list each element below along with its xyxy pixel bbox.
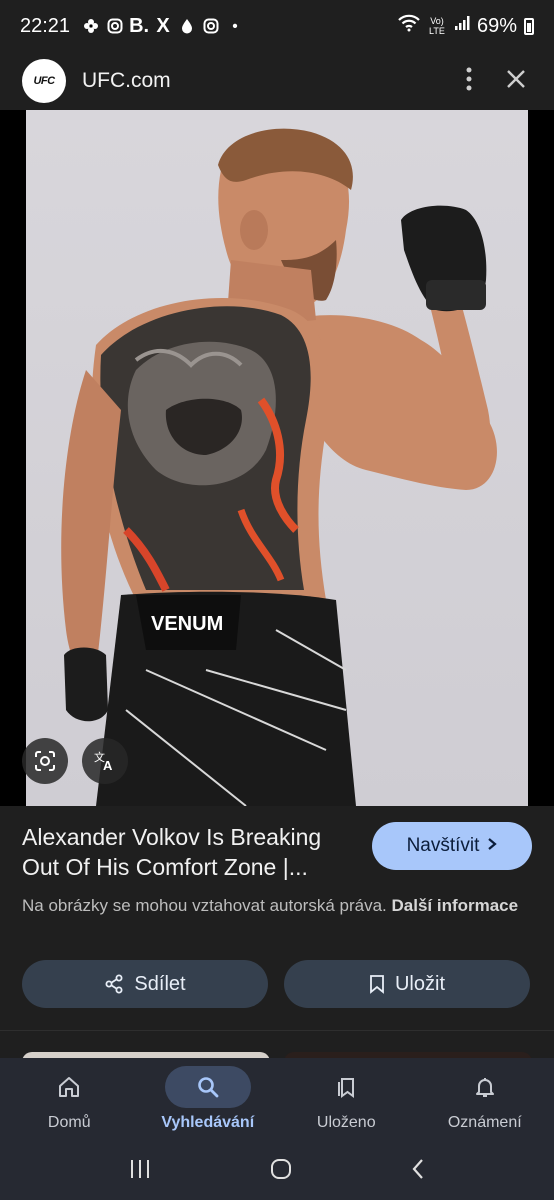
lens-icon bbox=[35, 751, 55, 771]
home-icon bbox=[59, 1077, 80, 1097]
system-nav-bar bbox=[0, 1142, 554, 1200]
pinwheel-icon bbox=[82, 17, 100, 35]
lens-search-button[interactable] bbox=[22, 738, 68, 784]
save-button[interactable]: Uložit bbox=[284, 960, 530, 1008]
fighter-photo: VENUM bbox=[26, 110, 528, 806]
nav-saved[interactable]: Uloženo bbox=[277, 1058, 416, 1142]
nav-label: Domů bbox=[47, 1114, 91, 1131]
close-icon[interactable] bbox=[506, 69, 526, 94]
nav-icon-wrap bbox=[26, 1066, 112, 1108]
share-icon bbox=[105, 974, 123, 994]
back-icon bbox=[412, 1158, 423, 1179]
nav-icon-wrap bbox=[164, 1066, 251, 1108]
image-viewer[interactable]: VENUM 文A bbox=[0, 110, 554, 806]
save-label: Uložit bbox=[394, 972, 445, 995]
nav-label: Oznámení bbox=[447, 1114, 522, 1131]
instagram-icon bbox=[202, 17, 220, 35]
home-circle-icon bbox=[270, 1158, 291, 1179]
instagram-icon bbox=[106, 17, 124, 35]
action-row: Sdílet Uložit bbox=[22, 960, 530, 1008]
shorts-brand: VENUM bbox=[151, 613, 223, 635]
copyright-text: Na obrázky se mohou vztahovat autorská p… bbox=[22, 896, 387, 915]
home-button[interactable] bbox=[269, 1157, 293, 1186]
status-left: 22:21 B. X • bbox=[20, 15, 244, 38]
nav-home[interactable]: Domů bbox=[0, 1058, 139, 1142]
nav-icon-wrap bbox=[442, 1066, 528, 1108]
translate-icon: 文A bbox=[94, 750, 113, 772]
recents-icon bbox=[131, 1159, 150, 1178]
status-right: Vo) LTE 69% bbox=[398, 14, 534, 38]
bottom-nav: Domů Vyhledávání Uloženo Oznámení bbox=[0, 1058, 554, 1142]
nav-notifications[interactable]: Oznámení bbox=[416, 1058, 554, 1142]
drop-icon bbox=[178, 17, 196, 35]
more-info-link[interactable]: Další informace bbox=[391, 896, 518, 915]
wifi-icon bbox=[398, 14, 420, 38]
nav-label: Vyhledávání bbox=[161, 1114, 255, 1131]
chevron-right-icon bbox=[487, 835, 498, 857]
share-label: Sdílet bbox=[134, 972, 186, 995]
fighter-illustration: VENUM bbox=[61, 128, 497, 806]
translate-button[interactable]: 文A bbox=[82, 738, 128, 784]
b-icon: B. bbox=[129, 14, 150, 37]
search-icon bbox=[197, 1077, 219, 1098]
header-actions bbox=[466, 67, 526, 96]
share-button[interactable]: Sdílet bbox=[22, 960, 268, 1008]
recents-button[interactable] bbox=[128, 1158, 152, 1185]
status-bar: 22:21 B. X • Vo) LTE 69% bbox=[0, 0, 554, 52]
nav-search[interactable]: Vyhledávání bbox=[139, 1058, 278, 1142]
divider bbox=[0, 1030, 554, 1031]
status-time: 22:21 bbox=[20, 14, 71, 37]
dot-icon: • bbox=[232, 17, 238, 35]
bookmark-icon bbox=[370, 975, 384, 994]
battery-level: 69% bbox=[476, 14, 517, 37]
saved-icon bbox=[338, 1078, 355, 1098]
more-options-icon[interactable] bbox=[466, 67, 472, 96]
visit-label: Navštívit bbox=[406, 835, 480, 856]
nav-label: Uloženo bbox=[316, 1114, 376, 1131]
svg-text:A: A bbox=[103, 758, 113, 772]
network-label: Vo) LTE bbox=[429, 16, 445, 36]
battery-icon bbox=[524, 17, 534, 35]
back-button[interactable] bbox=[410, 1157, 426, 1186]
site-name[interactable]: UFC.com bbox=[82, 69, 171, 93]
app-header: UFC UFC.com bbox=[0, 52, 554, 110]
copyright-notice: Na obrázky se mohou vztahovat autorská p… bbox=[22, 894, 532, 918]
nav-icon-wrap bbox=[303, 1066, 389, 1108]
ufc-logo: UFC bbox=[22, 59, 66, 103]
result-info: Alexander Volkov Is Breaking Out Of His … bbox=[0, 806, 554, 1032]
visit-button[interactable]: Navštívit bbox=[372, 822, 532, 870]
bell-icon bbox=[475, 1078, 494, 1097]
signal-icon bbox=[454, 15, 470, 37]
result-title[interactable]: Alexander Volkov Is Breaking Out Of His … bbox=[22, 822, 362, 882]
x-icon: X bbox=[156, 14, 170, 37]
